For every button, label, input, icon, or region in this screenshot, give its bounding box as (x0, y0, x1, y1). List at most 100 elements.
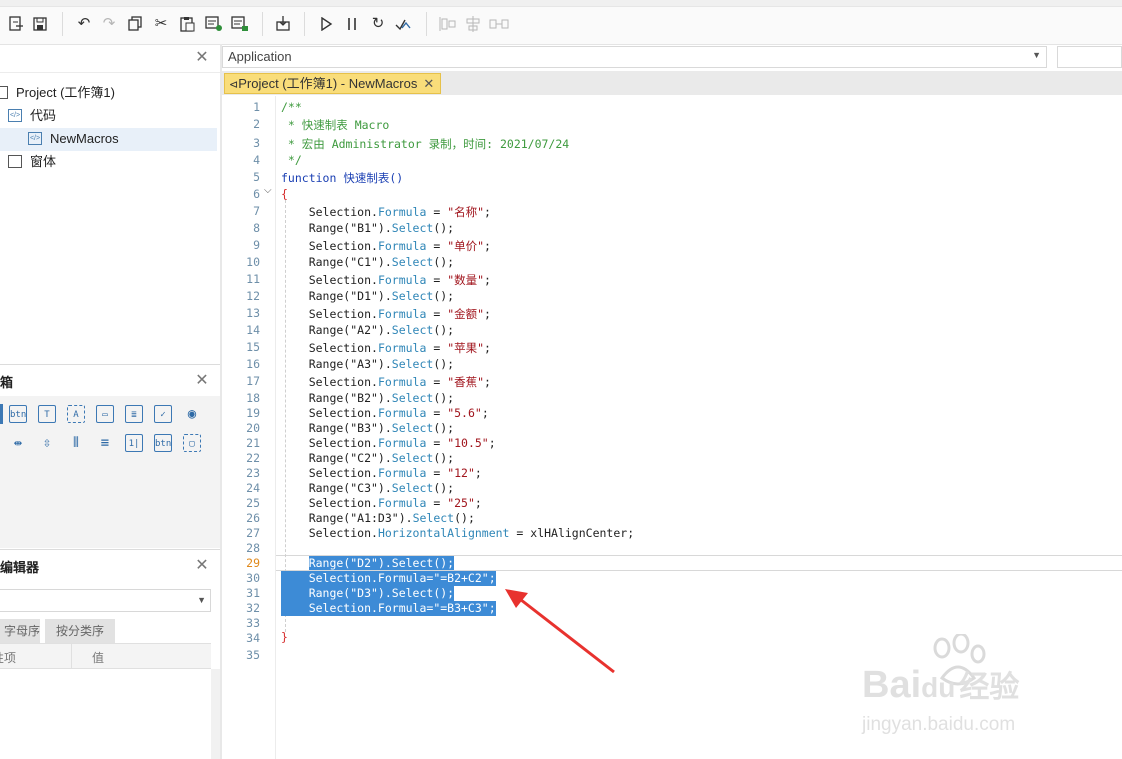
radio-control-icon[interactable]: ◉ (183, 405, 201, 423)
code-line-34[interactable]: } (281, 630, 288, 644)
tree-root-label: Project (工作簿1) (16, 85, 115, 100)
code-line-18[interactable]: Range("B2").Select(); (281, 391, 454, 405)
code-line-32[interactable]: Selection.Formula="=B3+C3"; (281, 601, 496, 616)
save-icon[interactable] (30, 14, 50, 34)
run-icon[interactable] (316, 14, 336, 34)
pause-icon[interactable] (342, 14, 362, 34)
tree-item-code[interactable]: </> 代码 (8, 105, 56, 127)
cut-icon[interactable]: ✂ (151, 14, 171, 34)
toolbox-pointer-marker (0, 404, 3, 424)
paste-icon[interactable] (177, 14, 197, 34)
distribute-icon[interactable] (489, 14, 509, 34)
code-line-14[interactable]: Range("A2").Select(); (281, 323, 454, 337)
code-line-7[interactable]: Selection.Formula = "名称"; (281, 204, 491, 220)
list-control-icon[interactable]: ≡ (96, 434, 114, 452)
code-line-9[interactable]: Selection.Formula = "单价"; (281, 238, 491, 254)
code-line-13[interactable]: Selection.Formula = "金额"; (281, 306, 491, 322)
tree-root-project[interactable]: Project (工作簿1) (0, 82, 115, 104)
watermark-url: jingyan.baidu.com (862, 714, 1016, 735)
copy-icon[interactable] (125, 14, 145, 34)
code-line-2[interactable]: * 快速制表 Macro (281, 117, 389, 133)
code-line-12[interactable]: Range("D1").Select(); (281, 289, 454, 303)
code-line-24[interactable]: Range("C3").Select(); (281, 481, 454, 495)
tab-close-icon[interactable]: ✕ (423, 76, 434, 91)
code-line-11[interactable]: Selection.Formula = "数量"; (281, 272, 491, 288)
code-line-17[interactable]: Selection.Formula = "香蕉"; (281, 374, 491, 390)
code-object: Range("B1"). (281, 221, 392, 235)
combobox-control-icon[interactable]: ≣ (125, 405, 143, 423)
align-center-icon[interactable] (463, 14, 483, 34)
object-select-dropdown[interactable]: Application ▼ (222, 46, 1047, 68)
code-line-6[interactable]: { (281, 187, 288, 201)
property-panel-top-border (0, 549, 220, 550)
code-line-21[interactable]: Selection.Formula = "10.5"; (281, 436, 496, 450)
line-number: 11 (246, 272, 260, 286)
listbox-control-icon[interactable]: ⦀ (67, 434, 85, 452)
redo-icon[interactable]: ↷ (99, 14, 119, 34)
tab-newmacros[interactable]: ⊲Project (工作簿1) - NewMacros ✕ (224, 73, 442, 94)
tab-alphabetic[interactable]: 字母序 (0, 619, 40, 643)
button-control-icon[interactable]: btn (9, 405, 27, 423)
code-line-19[interactable]: Selection.Formula = "5.6"; (281, 406, 489, 420)
code-line-23[interactable]: Selection.Formula = "12"; (281, 466, 482, 480)
object-select-value: Application (228, 49, 292, 64)
code-line-4[interactable]: */ (281, 153, 302, 167)
code-object: Selection. (281, 496, 378, 510)
code-line-31[interactable]: Range("D3").Select(); (281, 586, 455, 601)
uncomment-icon[interactable] (230, 14, 250, 34)
checkbox-control-icon[interactable]: ✓ (154, 405, 172, 423)
code-property: Select (391, 391, 434, 405)
code-line-26[interactable]: Range("A1:D3").Select(); (281, 511, 475, 525)
project-panel-close-icon[interactable]: ✕ (195, 50, 209, 66)
tree-item-forms[interactable]: 窗体 (8, 151, 56, 173)
code-line-27[interactable]: Selection.HorizontalAlignment = xlHAlign… (281, 526, 634, 540)
fold-chevron-icon[interactable]: ⌵ (264, 185, 272, 196)
scrollbar-control-icon[interactable]: ⇹ (9, 434, 27, 452)
code-line-20[interactable]: Range("B3").Select(); (281, 421, 454, 435)
tab-categorized[interactable]: 按分类序 (45, 619, 115, 643)
export-icon[interactable] (6, 14, 26, 34)
code-object: Selection. (281, 239, 378, 253)
code-line-10[interactable]: Range("C1").Select(); (281, 255, 454, 269)
property-object-dropdown[interactable]: ▼ (0, 589, 211, 612)
code-line-29[interactable]: Range("D2").Select(); (281, 556, 455, 570)
left-panel-splitter[interactable] (220, 44, 222, 759)
code-line-5[interactable]: function 快速制表() (281, 170, 403, 186)
multipage-control-icon[interactable]: 1| (125, 434, 143, 452)
label-control-icon[interactable]: T (38, 405, 56, 423)
align-left-icon[interactable] (438, 14, 458, 34)
image-control-icon[interactable]: ▢ (183, 434, 201, 452)
procedure-select-dropdown[interactable] (1057, 46, 1122, 68)
tree-item-newmacros[interactable]: </> NewMacros (28, 128, 119, 150)
debug-icon[interactable] (394, 14, 414, 34)
property-panel-close-icon[interactable]: ✕ (195, 558, 209, 574)
textbox-control-icon[interactable]: A (67, 405, 85, 423)
code-line-1[interactable]: /** (281, 100, 302, 114)
spin-control-icon[interactable]: ⇳ (38, 434, 56, 452)
import-icon[interactable] (273, 14, 293, 34)
code-line-3[interactable]: * 宏由 Administrator 录制，时间: 2021/07/24 (281, 136, 569, 152)
frame-control-icon[interactable]: ▭ (96, 405, 114, 423)
undo-icon[interactable]: ↶ (74, 14, 94, 34)
code-line-25[interactable]: Selection.Formula = "25"; (281, 496, 482, 510)
code-object: Range("D1"). (281, 289, 392, 303)
keyword-function: function (281, 171, 337, 185)
property-scrollbar[interactable] (211, 669, 220, 759)
code-string: "25" (447, 496, 475, 510)
code-line-16[interactable]: Range("A3").Select(); (281, 357, 454, 371)
code-line-15[interactable]: Selection.Formula = "苹果"; (281, 340, 491, 356)
line-number: 26 (246, 511, 260, 525)
code-line-22[interactable]: Range("C2").Select(); (281, 451, 454, 465)
code-object: Selection. (281, 466, 378, 480)
toolbox-close-icon[interactable]: ✕ (195, 373, 209, 389)
line-number: 27 (246, 526, 260, 540)
code-object: Selection. (281, 205, 378, 219)
line-number: 13 (246, 306, 260, 320)
toolbox-title: 箱 (0, 375, 14, 390)
toggle-control-icon[interactable]: btn (154, 434, 172, 452)
reset-icon[interactable]: ↻ (368, 14, 388, 34)
code-line-30[interactable]: Selection.Formula="=B2+C2"; (281, 571, 496, 586)
code-operator: = (426, 205, 448, 219)
code-line-8[interactable]: Range("B1").Select(); (281, 221, 454, 235)
comment-icon[interactable] (204, 14, 224, 34)
